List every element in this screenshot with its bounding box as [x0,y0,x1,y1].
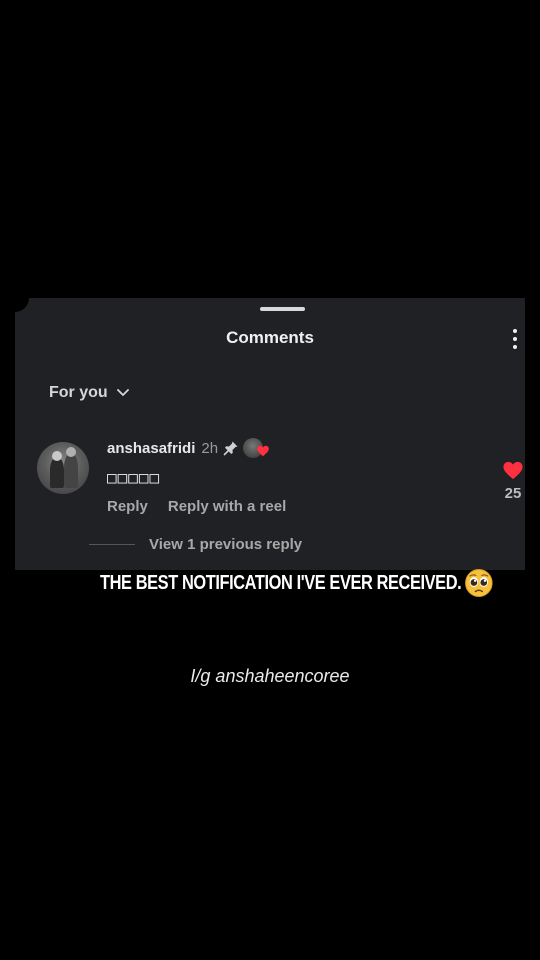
filter-label: For you [49,384,108,401]
comment-text: □□□□□ [107,468,161,487]
view-replies-label: View 1 previous reply [149,536,303,553]
comment-header: anshasafridi 2h [107,438,277,458]
comment-actions: Reply Reply with a reel [107,498,286,515]
thread-line [89,544,135,545]
caption: THE BEST NOTIFICATION I'VE EVER RECEIVED… [100,568,493,598]
drag-handle[interactable] [260,307,305,311]
pin-icon [223,441,238,456]
like-button[interactable]: 25 [501,460,525,502]
like-count: 25 [504,485,522,502]
reply-button[interactable]: Reply [107,498,148,515]
caption-text: THE BEST NOTIFICATION I'VE EVER RECEIVED… [100,571,462,594]
video-frame: Comments For you anshasafridi 2h □□□□□ R… [0,0,540,960]
heart-icon [503,461,523,480]
sheet-corner [15,298,29,312]
comments-filter-dropdown[interactable]: For you [49,384,130,402]
avatar[interactable] [37,442,89,494]
sheet-title: Comments [226,328,314,347]
chevron-down-icon [116,389,129,396]
comments-sheet: Comments For you anshasafridi 2h □□□□□ R… [15,298,525,570]
pleading-face-icon [464,569,493,597]
view-replies-button[interactable]: View 1 previous reply [89,536,302,553]
comment-username[interactable]: anshasafridi [107,440,195,457]
comment-time: 2h [201,439,219,457]
more-options-icon[interactable] [507,327,523,351]
creator-liked-heart-icon [257,445,269,457]
credit-text: I/g anshaheencoree [190,666,350,686]
reply-with-reel-button[interactable]: Reply with a reel [168,498,286,515]
